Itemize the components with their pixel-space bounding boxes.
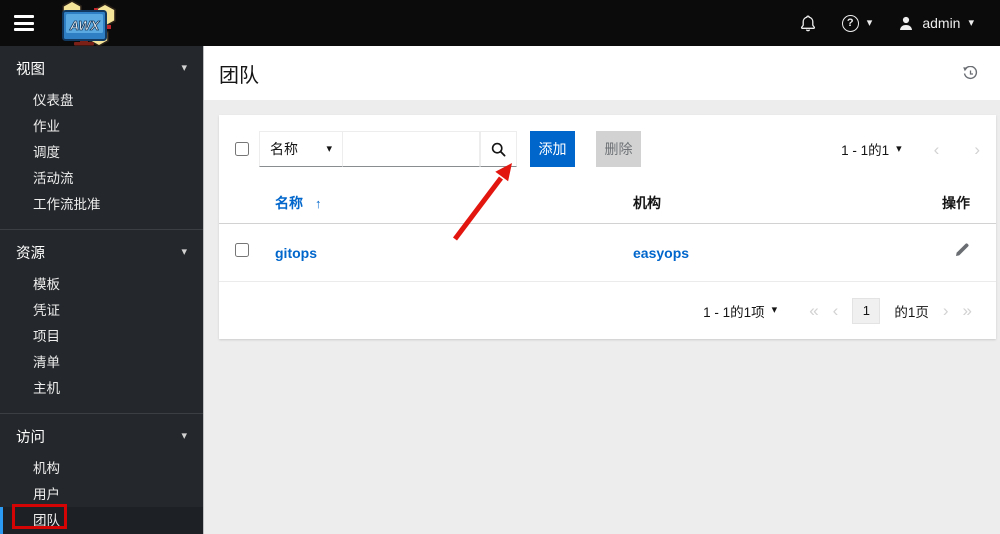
column-header-name-label: 名称 [275, 195, 303, 211]
column-header-name[interactable]: 名称 ↑ [275, 193, 633, 213]
prev-page-button[interactable]: ‹ [833, 302, 839, 319]
footer-pagination: 1 - 1的1项 ▾ « ‹ 1 的1页 › » [219, 282, 996, 339]
footer-pagination-caret-down-icon: ▾ [771, 304, 778, 316]
sidebar-item-jobs[interactable]: 作业 [0, 113, 203, 139]
footer-pagination-summary-dropdown[interactable]: 1 - 1的1项 ▾ [703, 301, 777, 321]
footer-pagination-summary-label: 1 - 1的1项 [703, 304, 765, 320]
table-row: gitops easyops [219, 224, 996, 282]
select-caret-down-icon: ▾ [326, 142, 332, 155]
nav-group-access-label: 访问 [16, 430, 45, 446]
main-content: 团队 名称 ▾ 添加 删除 1 - 1的1 ▾ ‹ › 名称 ↑ 机构 操作 g… [203, 46, 1000, 534]
sidebar-item-dashboard[interactable]: 仪表盘 [0, 87, 203, 113]
team-organization-link[interactable]: easyops [633, 245, 906, 261]
last-page-button[interactable]: » [963, 302, 972, 319]
username-label: admin [922, 15, 961, 31]
next-page-button[interactable]: › [943, 302, 949, 319]
top-navbar: AWX ? ▾ admin ▾ [0, 0, 1000, 46]
nav-group-resources-label: 资源 [16, 246, 45, 262]
activity-history-icon[interactable] [963, 65, 978, 81]
nav-group-views-header[interactable]: 视图 ▾ [0, 58, 203, 79]
sidebar-item-hosts[interactable]: 主机 [0, 375, 203, 401]
sidebar-item-projects[interactable]: 项目 [0, 323, 203, 349]
nav-group-access: 访问 ▾ 机构 用户 团队 [0, 414, 203, 534]
next-page-button[interactable]: › [974, 141, 980, 158]
table-header-row: 名称 ↑ 机构 操作 [219, 183, 996, 224]
hamburger-menu-icon[interactable] [14, 15, 34, 31]
current-page-input[interactable]: 1 [852, 297, 881, 324]
sidebar-item-credentials[interactable]: 凭证 [0, 297, 203, 323]
sidebar-nav: 视图 ▾ 仪表盘 作业 调度 活动流 工作流批准 资源 ▾ 模板 凭证 项目 清… [0, 46, 203, 534]
toolbar-pagination: 1 - 1的1 ▾ ‹ › [841, 139, 980, 159]
row-select-checkbox[interactable] [235, 243, 249, 257]
column-header-actions: 操作 [942, 195, 970, 211]
sidebar-item-activity-stream[interactable]: 活动流 [0, 165, 203, 191]
footer-pagination-nav: « ‹ 1 的1页 › » [809, 297, 972, 324]
awx-logo[interactable]: AWX [54, 0, 118, 46]
select-all-checkbox[interactable] [235, 142, 249, 156]
prev-page-button[interactable]: ‹ [934, 141, 940, 158]
pagination-summary-label: 1 - 1的1 [841, 143, 890, 158]
filter-type-select[interactable]: 名称 ▾ [259, 131, 343, 167]
nav-group-access-header[interactable]: 访问 ▾ [0, 426, 203, 447]
page-title: 团队 [219, 64, 259, 87]
help-menu[interactable]: ? ▾ [841, 14, 873, 32]
awx-logo-image: AWX [62, 0, 116, 46]
chevron-down-icon: ▾ [181, 246, 187, 258]
sidebar-item-users[interactable]: 用户 [0, 481, 203, 507]
filter-type-label: 名称 [270, 141, 298, 157]
user-icon [900, 16, 913, 30]
search-input[interactable] [343, 131, 480, 167]
first-page-button[interactable]: « [809, 302, 818, 319]
nav-group-views-label: 视图 [16, 62, 45, 78]
search-button[interactable] [480, 131, 517, 167]
sidebar-item-teams-label: 团队 [33, 512, 60, 528]
sidebar-item-templates[interactable]: 模板 [0, 271, 203, 297]
row-actions [906, 242, 996, 263]
nav-group-resources-header[interactable]: 资源 ▾ [0, 242, 203, 263]
teams-list-card: 名称 ▾ 添加 删除 1 - 1的1 ▾ ‹ › 名称 ↑ 机构 操作 gito… [219, 115, 996, 339]
nav-group-views: 视图 ▾ 仪表盘 作业 调度 活动流 工作流批准 [0, 46, 203, 230]
help-icon: ? [841, 14, 859, 32]
page-header: 团队 [204, 46, 1000, 100]
sidebar-item-organizations[interactable]: 机构 [0, 455, 203, 481]
chevron-down-icon: ▾ [181, 62, 187, 74]
help-caret-down-icon: ▾ [866, 16, 873, 29]
of-pages-label: 的1页 [894, 304, 929, 320]
column-header-organization: 机构 [633, 195, 661, 211]
awx-app: AWX ? ▾ admin ▾ 视图 ▾ 仪表盘 作业 调度 活动流 工作流批准… [0, 0, 1000, 534]
sidebar-item-schedules[interactable]: 调度 [0, 139, 203, 165]
nav-group-resources: 资源 ▾ 模板 凭证 项目 清单 主机 [0, 230, 203, 414]
list-toolbar: 名称 ▾ 添加 删除 1 - 1的1 ▾ ‹ › [219, 115, 996, 183]
pagination-caret-down-icon: ▾ [896, 142, 902, 155]
team-name-link[interactable]: gitops [275, 245, 633, 261]
delete-button[interactable]: 删除 [596, 131, 641, 167]
search-icon [491, 142, 506, 157]
sidebar-item-inventories[interactable]: 清单 [0, 349, 203, 375]
add-button[interactable]: 添加 [530, 131, 575, 167]
sort-ascending-icon: ↑ [315, 195, 322, 211]
pagination-summary-dropdown[interactable]: 1 - 1的1 ▾ [841, 139, 902, 159]
topbar-actions: ? ▾ admin ▾ [800, 14, 1000, 32]
notifications-bell-icon[interactable] [800, 15, 816, 32]
edit-pencil-icon[interactable] [954, 242, 970, 258]
sidebar-item-teams[interactable]: 团队 [0, 504, 203, 534]
chevron-down-icon: ▾ [181, 430, 187, 442]
user-caret-down-icon: ▾ [968, 16, 974, 29]
sidebar-item-workflow-approvals[interactable]: 工作流批准 [0, 191, 203, 217]
user-menu[interactable]: admin ▾ [898, 15, 974, 31]
svg-text:AWX: AWX [69, 18, 101, 33]
